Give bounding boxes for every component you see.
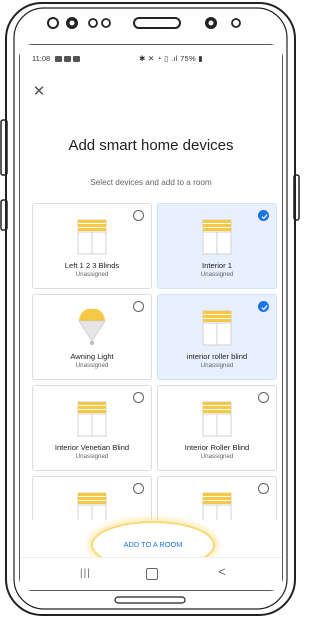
device-select-radio[interactable] <box>133 483 144 494</box>
device-room: Unassigned <box>75 362 109 369</box>
device-room: Unassigned <box>200 453 234 460</box>
status-bar: 11:08 ✱ ✕ ◔ ▯ .ıl 75% ▮ <box>20 53 282 67</box>
device-room: Unassigned <box>75 271 109 278</box>
device-select-radio[interactable] <box>133 210 144 221</box>
device-name: interior roller blind <box>186 352 248 361</box>
device-name: Interior 1 <box>202 261 232 270</box>
blind-icon <box>76 400 108 438</box>
recents-button[interactable]: ||| <box>80 568 91 579</box>
device-select-radio[interactable] <box>133 392 144 403</box>
status-system-icons: ✱ ✕ ◔ ▯ .ıl 75% ▮ <box>139 54 203 63</box>
status-time: 11:08 <box>32 54 51 63</box>
device-name: Awning Light <box>70 352 114 361</box>
device-select-radio[interactable] <box>258 483 269 494</box>
app-screen: 11:08 ✱ ✕ ◔ ▯ .ıl 75% ▮ ✕ Add smart home… <box>20 45 282 590</box>
status-notification-icons <box>53 54 80 63</box>
device-room: Unassigned <box>75 453 109 460</box>
device-name: Left 1 2 3 Blinds <box>64 261 120 270</box>
home-button[interactable] <box>146 568 158 580</box>
device-tile[interactable]: Left 1 2 3 Blinds Unassigned <box>32 203 152 289</box>
device-name: Interior Venetian Blind <box>54 443 130 452</box>
device-select-radio[interactable] <box>258 392 269 403</box>
device-tile[interactable]: Interior 1 Unassigned <box>157 203 277 289</box>
close-icon[interactable]: ✕ <box>30 83 48 101</box>
device-select-radio[interactable] <box>258 210 269 221</box>
device-select-radio[interactable] <box>258 301 269 312</box>
light-bulb-icon <box>76 308 108 347</box>
device-tile[interactable]: Interior Roller Blind Unassigned <box>157 385 277 471</box>
device-name: Interior Roller Blind <box>184 443 250 452</box>
page-title: Add smart home devices <box>68 137 234 154</box>
device-room: Unassigned <box>200 271 234 278</box>
android-nav-bar: ||| < <box>20 557 282 590</box>
back-button[interactable]: < <box>218 564 226 579</box>
blind-icon <box>201 218 233 256</box>
blind-icon <box>201 309 233 347</box>
page-subtitle: Select devices and add to a room <box>90 178 212 187</box>
blind-icon <box>76 218 108 256</box>
device-tile[interactable]: interior roller blind Unassigned <box>157 294 277 380</box>
check-icon <box>261 214 268 220</box>
device-tile[interactable]: Awning Light Unassigned <box>32 294 152 380</box>
device-select-radio[interactable] <box>133 301 144 312</box>
check-icon <box>261 305 268 311</box>
device-room: Unassigned <box>200 362 234 369</box>
device-tile[interactable]: Interior Venetian Blind Unassigned <box>32 385 152 471</box>
blind-icon <box>201 400 233 438</box>
